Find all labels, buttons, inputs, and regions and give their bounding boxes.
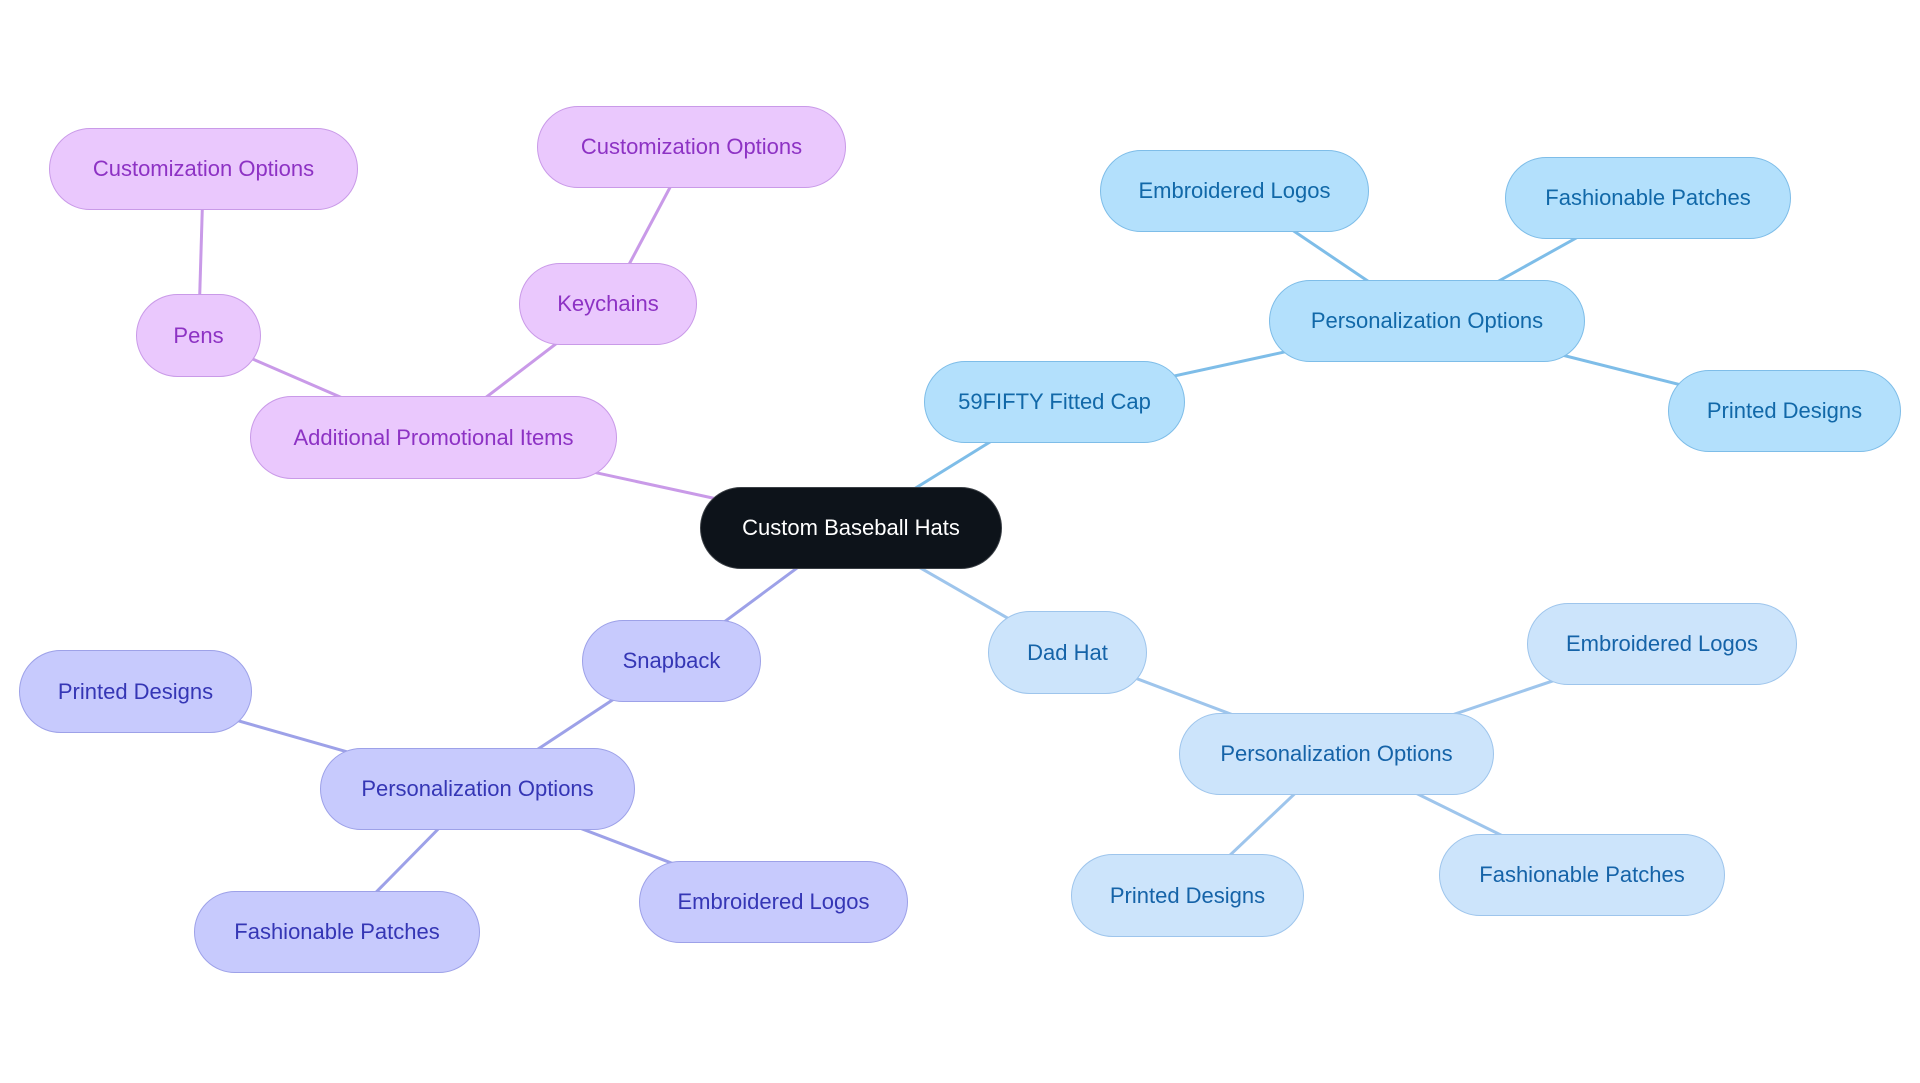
node-snapback-embroidered-logos[interactable]: Embroidered Logos xyxy=(639,861,908,943)
node-fitted-printed-designs[interactable]: Printed Designs xyxy=(1668,370,1901,452)
node-label: Printed Designs xyxy=(57,678,214,704)
node-fitted-fashionable-patches[interactable]: Fashionable Patches xyxy=(1505,157,1791,239)
node-fitted-personalization-options[interactable]: Personalization Options xyxy=(1269,280,1585,362)
node-label: Additional Promotional Items xyxy=(293,424,574,450)
node-pens[interactable]: Pens xyxy=(136,294,261,377)
node-label: 59FIFTY Fitted Cap xyxy=(958,389,1151,414)
node-label: Pens xyxy=(173,322,224,348)
node-label: Customization Options xyxy=(92,156,315,181)
node-keychains[interactable]: Keychains xyxy=(519,263,697,345)
node-dad-personalization-options[interactable]: Personalization Options xyxy=(1179,713,1494,795)
node-snapback-personalization-options[interactable]: Personalization Options xyxy=(320,748,635,830)
node-label: Printed Designs xyxy=(1706,398,1863,423)
node-dad-printed-designs[interactable]: Printed Designs xyxy=(1071,854,1304,937)
node-label: Embroidered Logos xyxy=(677,889,870,914)
node-fitted-embroidered-logos[interactable]: Embroidered Logos xyxy=(1100,150,1369,232)
node-keychains-customization-options[interactable]: Customization Options xyxy=(537,106,846,188)
node-label: Dad Hat xyxy=(1027,639,1108,665)
node-label: Embroidered Logos xyxy=(1565,631,1758,656)
node-label: Printed Designs xyxy=(1109,882,1266,908)
node-label: Keychains xyxy=(557,291,659,316)
node-pens-customization-options[interactable]: Customization Options xyxy=(49,128,358,210)
node-snapback[interactable]: Snapback xyxy=(582,620,761,702)
node-label: Personalization Options xyxy=(1310,308,1544,333)
node-dad-hat[interactable]: Dad Hat xyxy=(988,611,1147,694)
node-label: Snapback xyxy=(622,648,721,673)
node-label: Personalization Options xyxy=(361,776,594,801)
node-snapback-fashionable-patches[interactable]: Fashionable Patches xyxy=(194,891,480,973)
node-label: Fashionable Patches xyxy=(1479,862,1685,887)
root-node[interactable]: Custom Baseball Hats xyxy=(700,487,1002,569)
node-59fifty-fitted-cap[interactable]: 59FIFTY Fitted Cap xyxy=(924,361,1185,443)
node-label: Personalization Options xyxy=(1220,741,1453,766)
node-label: Embroidered Logos xyxy=(1138,178,1331,203)
node-label: Custom Baseball Hats xyxy=(742,515,960,540)
node-label: Fashionable Patches xyxy=(234,919,440,944)
node-snapback-printed-designs[interactable]: Printed Designs xyxy=(19,650,252,733)
node-label: Customization Options xyxy=(580,134,803,159)
node-label: Fashionable Patches xyxy=(1545,185,1751,210)
node-dad-embroidered-logos[interactable]: Embroidered Logos xyxy=(1527,603,1797,685)
node-dad-fashionable-patches[interactable]: Fashionable Patches xyxy=(1439,834,1725,916)
node-additional-promotional-items[interactable]: Additional Promotional Items xyxy=(250,396,617,479)
